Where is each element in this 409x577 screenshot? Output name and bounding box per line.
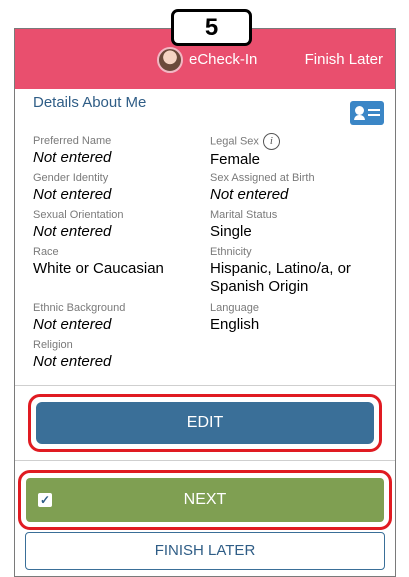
field-value: English — [210, 316, 260, 333]
next-button-label: NEXT — [183, 491, 227, 508]
edit-highlight: EDIT — [28, 394, 382, 452]
field-marital-status: Marital Status Single — [210, 209, 380, 241]
info-icon[interactable]: i — [262, 133, 280, 150]
field-ethnic-background: Ethnic Background Not entered — [33, 302, 203, 334]
user-avatar — [157, 47, 183, 73]
finish-later-button[interactable]: FINISH LATER — [25, 532, 385, 570]
field-gender-identity: Gender Identity Not entered — [33, 172, 203, 204]
field-value: Female — [210, 151, 261, 168]
echeckin-screen: eCheck-In Finish Later Details About Me … — [14, 28, 396, 577]
field-value: Not entered — [33, 223, 112, 240]
field-label: Ethnic Background — [33, 302, 126, 314]
field-language: Language English — [210, 302, 380, 334]
field-legal-sex: Legal Sex i Female — [210, 133, 380, 169]
field-ethnicity: Ethnicity Hispanic, Latino/a, or Spanish… — [210, 246, 380, 296]
edit-button[interactable]: EDIT — [36, 402, 374, 444]
field-value: Not entered — [33, 316, 112, 333]
field-label: Religion — [33, 339, 73, 351]
field-religion: Religion Not entered — [33, 339, 203, 371]
field-value: Not entered — [33, 186, 112, 203]
field-sex-assigned-at-birth: Sex Assigned at Birth Not entered — [210, 172, 380, 204]
field-label: Legal Sex — [210, 135, 259, 148]
field-label: Ethnicity — [210, 246, 252, 258]
step-number-badge: 5 — [171, 9, 252, 46]
field-label: Sexual Orientation — [33, 209, 124, 221]
field-sexual-orientation: Sexual Orientation Not entered — [33, 209, 203, 241]
id-card-icon — [350, 101, 384, 125]
field-value: Not entered — [210, 186, 289, 203]
checkbox-icon[interactable]: ✓ — [38, 493, 52, 507]
field-value: Single — [210, 223, 252, 240]
finish-later-link[interactable]: Finish Later — [305, 51, 383, 68]
field-value: Not entered — [33, 353, 112, 370]
field-label: Gender Identity — [33, 172, 109, 184]
field-label: Race — [33, 246, 59, 258]
field-label: Marital Status — [210, 209, 278, 221]
field-value: Hispanic, Latino/a, or Spanish Origin — [210, 260, 351, 295]
field-label: Preferred Name — [33, 135, 112, 147]
field-label: Language — [210, 302, 259, 314]
next-highlight: ✓ NEXT — [18, 470, 392, 530]
section-title: Details About Me — [33, 94, 147, 111]
field-preferred-name: Preferred Name Not entered — [33, 135, 203, 167]
next-button[interactable]: ✓ NEXT — [26, 478, 384, 522]
field-label: Sex Assigned at Birth — [210, 172, 315, 184]
field-value: White or Caucasian — [33, 260, 164, 277]
field-race: Race White or Caucasian — [33, 246, 203, 278]
divider — [15, 460, 395, 461]
app-title: eCheck-In — [189, 51, 258, 68]
field-value: Not entered — [33, 149, 112, 166]
divider — [15, 385, 395, 386]
